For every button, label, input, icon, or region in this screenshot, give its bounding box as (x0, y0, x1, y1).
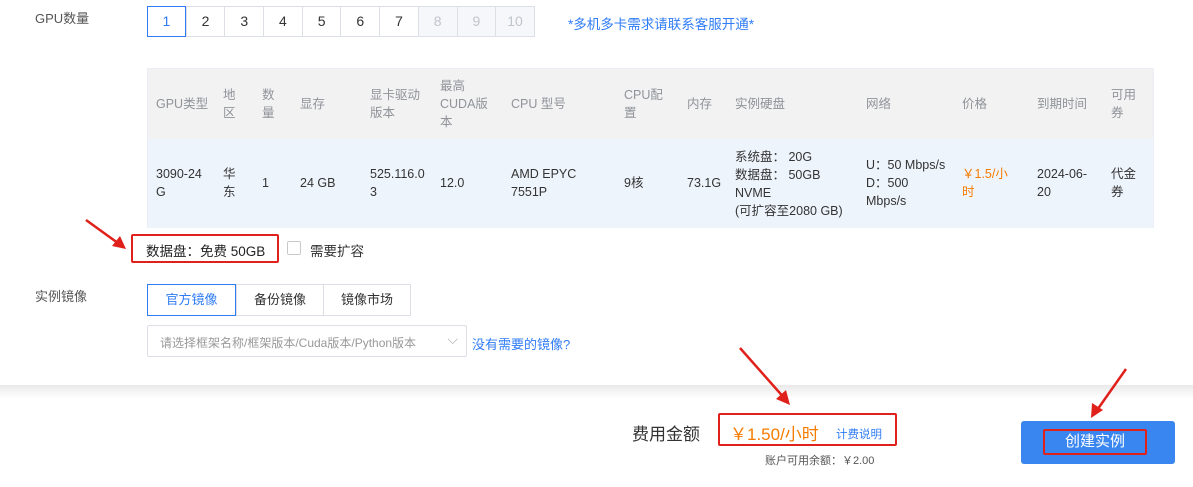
arrow-to-cost (739, 347, 790, 405)
arrow-to-data-disk (85, 218, 126, 249)
annotation-arrows (85, 218, 1128, 418)
arrow-to-create-button (1091, 368, 1128, 418)
gpu-count-option-1[interactable]: 1 (147, 6, 186, 37)
